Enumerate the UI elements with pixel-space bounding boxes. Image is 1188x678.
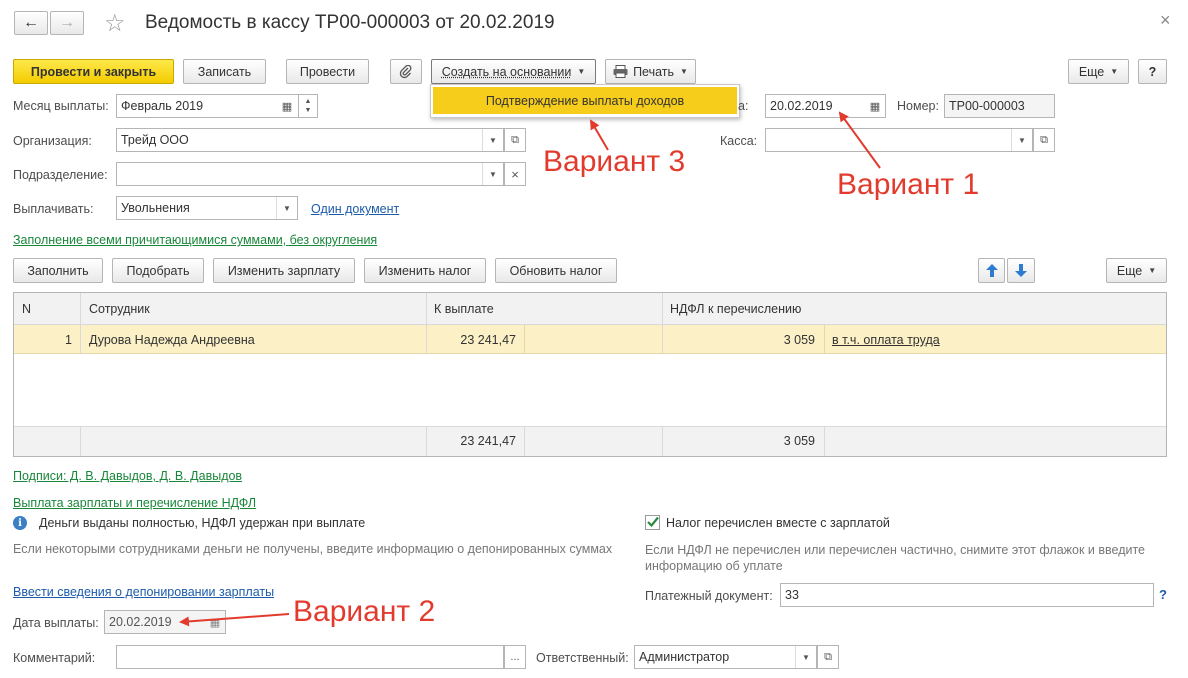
annotation-arrows — [179, 111, 881, 627]
arrow-variant-1 — [838, 111, 881, 169]
arrow-variant-2 — [179, 613, 290, 627]
arrow-variant-3 — [589, 119, 609, 151]
